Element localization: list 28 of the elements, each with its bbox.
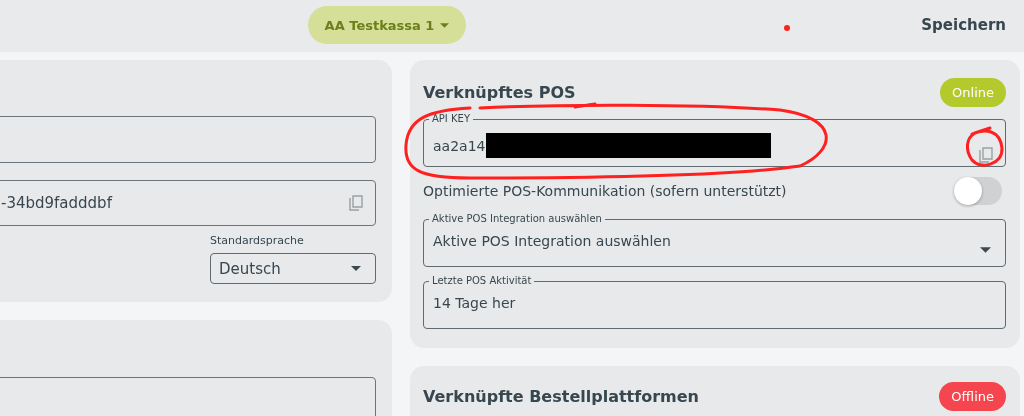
field-value: -34bd9fadddbf	[1, 194, 112, 212]
save-button[interactable]: Speichern	[921, 12, 1006, 38]
dot-annotation	[784, 25, 790, 31]
field-value: Aktive POS Integration auswählen	[433, 232, 671, 249]
field-label: Letzte POS Aktivität	[431, 275, 533, 287]
toggle-switch[interactable]	[954, 177, 1002, 205]
status-badge: Online	[940, 78, 1006, 107]
panel-title: Verknüpfte Bestellplattformen	[423, 387, 699, 406]
caret-icon	[980, 247, 991, 253]
input-field[interactable]	[0, 116, 376, 163]
field-label: Standardsprache	[210, 234, 305, 247]
caret-icon	[351, 266, 361, 271]
field-value: aa2a14	[433, 136, 486, 154]
caret-icon	[440, 22, 450, 28]
api-key-field[interactable]: API KEY aa2a14	[423, 113, 1006, 167]
panel-title: Verknüpftes POS	[423, 83, 576, 102]
copy-icon[interactable]	[349, 195, 363, 211]
input-field[interactable]: -34bd9fadddbf	[0, 180, 376, 226]
integration-select[interactable]: Aktive POS Integration auswählen Aktive POS Integration auswählen	[423, 213, 1006, 267]
activity-field[interactable]: Letzte POS Aktivität 14 Tage her	[423, 275, 1006, 329]
toggle-label: Optimierte POS-Kommunikation (sofern unterstützt)	[423, 183, 787, 199]
circle-annotation	[965, 126, 1004, 167]
field-value: 14 Tage her	[433, 294, 516, 311]
status-badge: Offline	[939, 382, 1006, 411]
language-select[interactable]: Deutsch	[210, 253, 376, 284]
field-label: Aktive POS Integration auswählen	[431, 213, 603, 225]
field-label: API KEY	[431, 113, 471, 125]
copy-icon[interactable]	[979, 147, 993, 163]
